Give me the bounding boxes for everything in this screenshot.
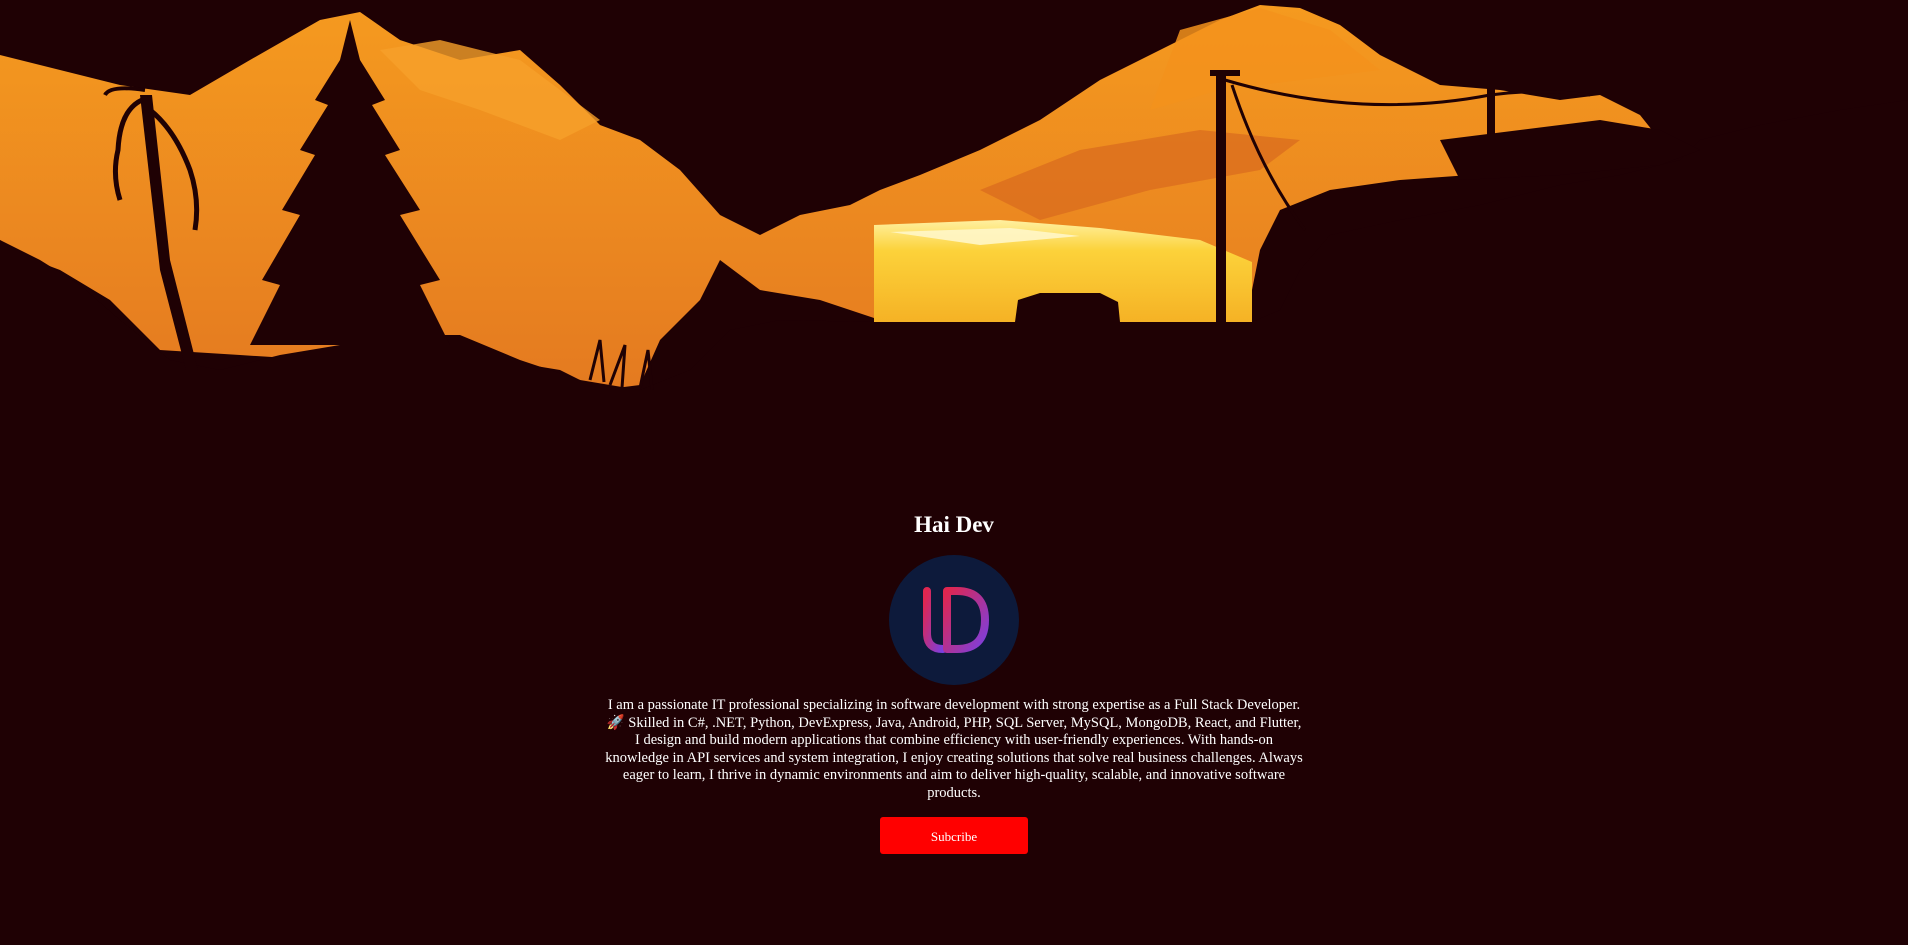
hero-banner xyxy=(0,0,1908,440)
sunset-landscape-illustration xyxy=(0,0,1908,440)
page: Hai Dev I am a passionate IT professiona… xyxy=(0,0,1908,945)
profile-name: Hai Dev xyxy=(914,512,994,537)
profile-bio: I am a passionate IT professional specia… xyxy=(605,697,1303,801)
subscribe-button[interactable]: Subcribe xyxy=(880,816,1028,854)
profile-section: Hai Dev I am a passionate IT professiona… xyxy=(0,505,1908,854)
monogram-logo xyxy=(923,587,989,653)
avatar xyxy=(889,555,1019,685)
